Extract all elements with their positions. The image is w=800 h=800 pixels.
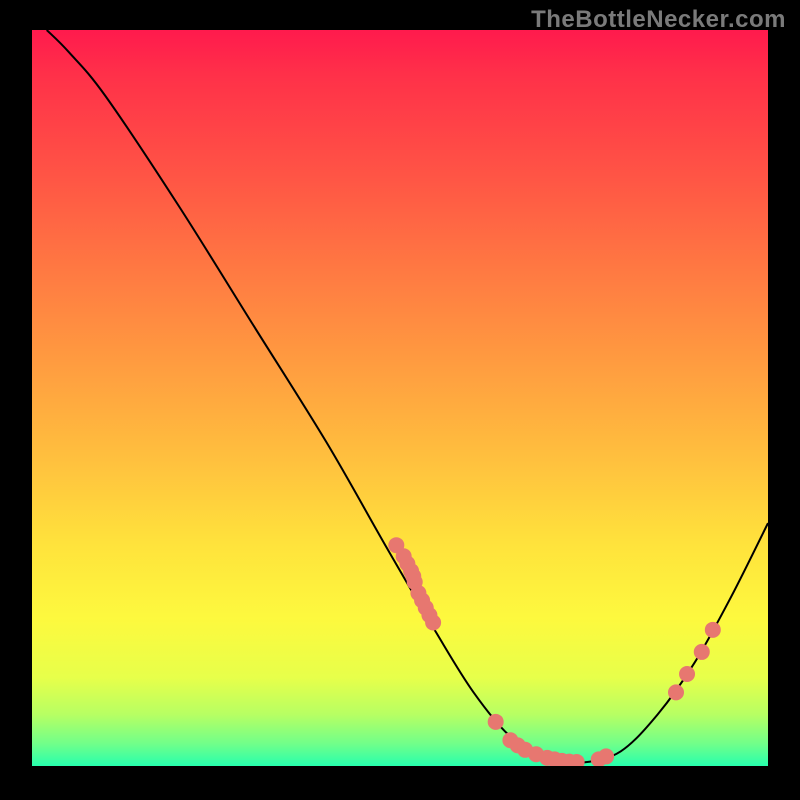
chart-container: TheBottleNecker.com [0,0,800,800]
bottleneck-curve [47,30,768,763]
data-point [679,666,695,682]
data-point [694,644,710,660]
data-point [425,614,441,630]
data-point [668,684,684,700]
data-point [598,748,614,764]
chart-svg [32,30,768,766]
watermark-label: TheBottleNecker.com [531,6,786,34]
data-points [388,537,720,766]
data-point [705,622,721,638]
data-point [488,714,504,730]
plot-area [32,30,768,766]
